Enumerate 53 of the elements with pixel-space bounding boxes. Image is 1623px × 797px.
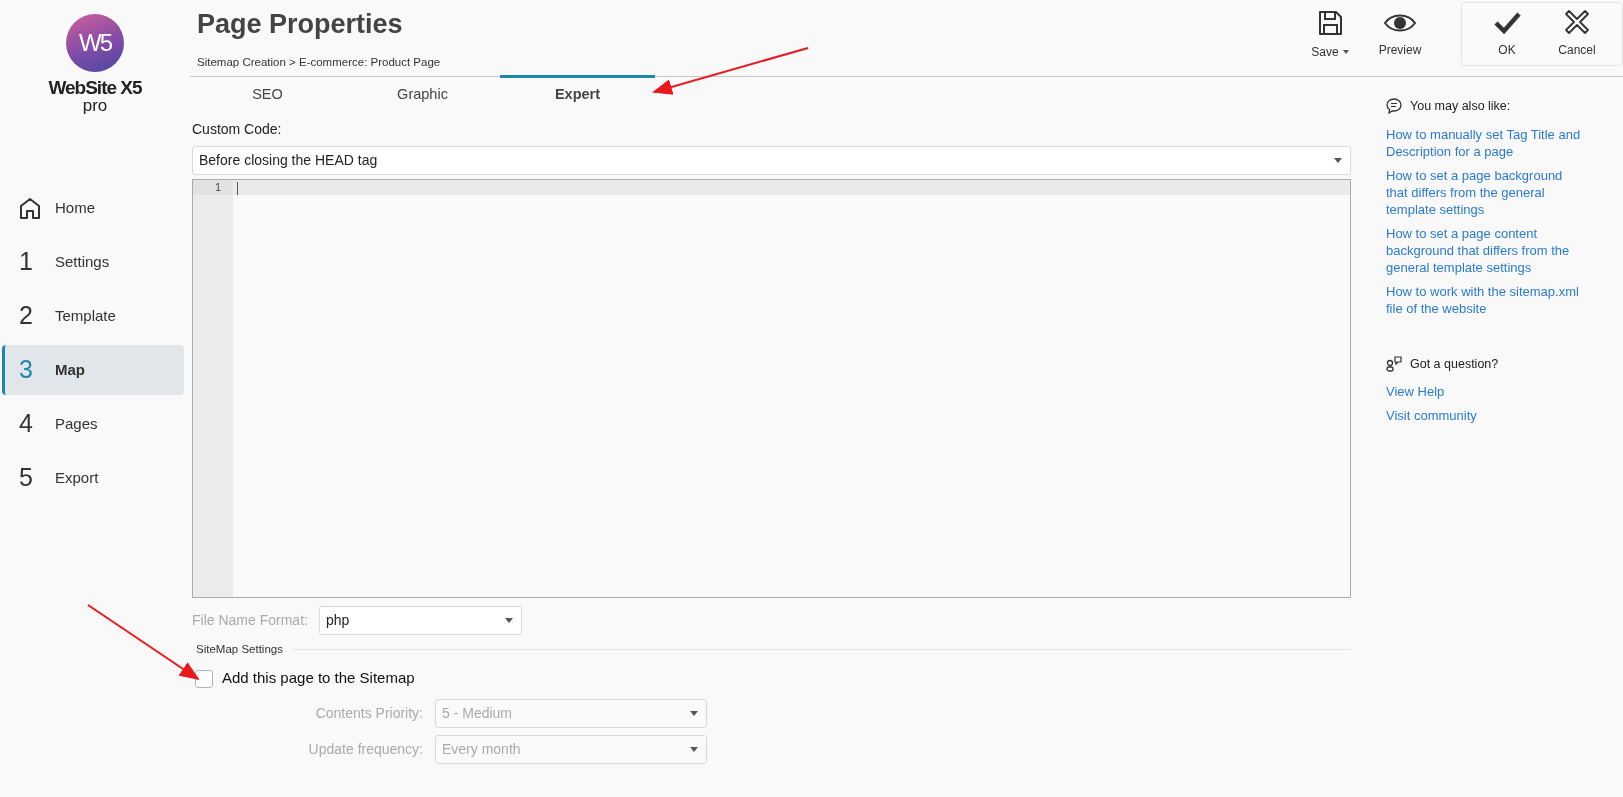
nav-label: Template <box>55 305 116 326</box>
file-format-dropdown[interactable]: php <box>318 606 522 635</box>
step-number: 5 <box>19 462 34 494</box>
breadcrumb: Sitemap Creation > E-commerce: Product Page <box>197 54 442 70</box>
step-number: 3 <box>19 354 34 386</box>
dialog-button[interactable]: OK <box>1472 3 1542 65</box>
logo-edition: pro <box>82 97 108 114</box>
step-number: 4 <box>19 408 34 440</box>
nav-label: Map <box>55 359 85 380</box>
section-heading: SiteMap Settings <box>196 642 283 657</box>
field-label: File Name Format: <box>192 611 308 630</box>
home-icon <box>19 197 41 220</box>
field-label: Update frequency: <box>307 739 423 759</box>
tab[interactable]: SEO <box>190 75 345 111</box>
tab[interactable]: Expert <box>500 75 655 111</box>
toolbar-button[interactable]: Preview <box>1365 0 1435 70</box>
people-icon <box>1386 356 1402 373</box>
code-position-dropdown[interactable]: Before closing the HEAD tag <box>192 146 1351 175</box>
nav-label: Home <box>55 197 95 218</box>
toolbar-button[interactable]: Save <box>1295 0 1365 70</box>
nav-item[interactable]: 3 Map <box>2 345 184 395</box>
help-link[interactable]: How to work with the sitemap.xml file of the website <box>1386 282 1582 317</box>
line-number: 1 <box>193 180 233 195</box>
step-number: 1 <box>19 246 34 278</box>
help-heading: You may also like: <box>1410 98 1511 115</box>
nav-item[interactable]: 5 Export <box>2 453 184 503</box>
help-link[interactable]: How to set a page background that differs from the general template settings <box>1386 166 1582 218</box>
nav-label: Pages <box>55 413 98 434</box>
help-link[interactable]: How to manually set Tag Title and Description for a page <box>1386 125 1582 160</box>
field-label: Custom Code: <box>192 120 283 139</box>
nav-item[interactable]: 1 Settings <box>2 237 184 287</box>
nav-label: Export <box>55 467 99 488</box>
nav-item[interactable]: 2 Template <box>2 291 184 341</box>
dialog-button[interactable]: Cancel <box>1542 3 1612 65</box>
help-link[interactable]: View Help <box>1386 382 1582 400</box>
tab[interactable]: Graphic <box>345 75 500 111</box>
logo-name: WebSite X5 <box>48 78 142 97</box>
nav-item[interactable]: 4 Pages <box>2 399 184 449</box>
chat-bubble-icon <box>1386 98 1402 115</box>
code-editor[interactable]: 1 <box>192 179 1351 598</box>
help-heading: Got a question? <box>1410 355 1499 373</box>
nav-label: Settings <box>55 251 110 272</box>
help-link[interactable]: How to set a page content background that differs from the general template settings <box>1386 224 1582 276</box>
checkbox-label: Add this page to the Sitemap <box>222 668 415 689</box>
logo-mark: W5 <box>66 14 124 72</box>
step-number: 2 <box>19 300 34 332</box>
field-label: Contents Priority: <box>314 703 423 723</box>
text-cursor <box>237 182 238 195</box>
page-title: Page Properties <box>197 8 404 41</box>
close-icon <box>1564 9 1590 35</box>
checkbox[interactable] <box>195 669 213 688</box>
help-link[interactable]: Visit community <box>1386 406 1582 424</box>
nav-item[interactable]: Home <box>2 183 184 233</box>
